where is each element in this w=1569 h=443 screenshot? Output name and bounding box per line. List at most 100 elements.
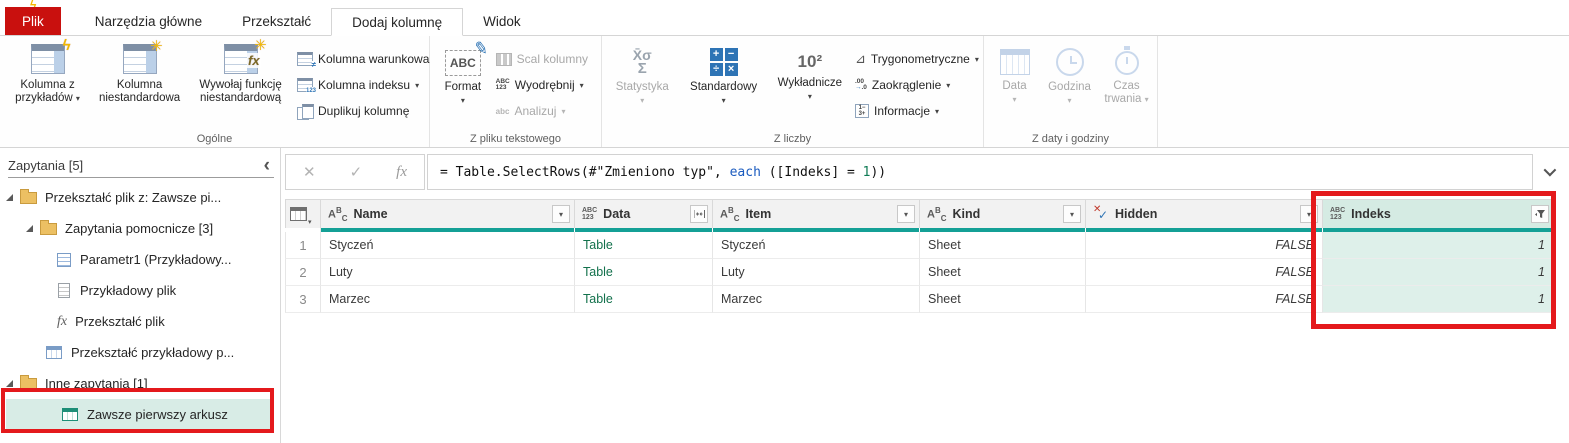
tab-dodaj-kolumne[interactable]: Dodaj kolumnę [331, 8, 463, 36]
scientific-button[interactable]: 10² Wykładnicze▾ [769, 40, 851, 132]
column-header-hidden[interactable]: ✕✓ Hidden ▾ [1086, 199, 1323, 228]
information-grid-icon: 1−3+ [855, 104, 869, 118]
cell-item[interactable]: Luty [713, 259, 920, 286]
data-preview-grid: ▾ ABC Name ▾ ABC123 Data ABC Item [285, 199, 1555, 313]
row-number[interactable]: 3 [285, 286, 321, 313]
dropdown-caret-icon: ▾ [946, 81, 950, 90]
cell-item[interactable]: Marzec [713, 286, 920, 313]
cell-name[interactable]: Luty [321, 259, 575, 286]
column-from-examples-button[interactable]: ϟ Kolumna zprzykładów ▾ [4, 40, 91, 132]
add-step-fx-icon[interactable]: fx [396, 164, 407, 181]
formula-text: = Table.SelectRows(#"Zmieniono typ", [440, 165, 730, 180]
tab-przeksztalc[interactable]: Przekształć [222, 7, 331, 35]
column-header-kind[interactable]: ABC Kind ▾ [920, 199, 1086, 228]
column-filter-dropdown-button[interactable]: ▾ [552, 205, 570, 223]
tree-item-przeksztalc-plik-z[interactable]: Przekształć plik z: Zawsze pi... [0, 182, 280, 213]
time-button[interactable]: Godzina▾ [1041, 40, 1098, 132]
text-type-icon: ABC [927, 206, 947, 223]
dropdown-caret-icon: ▾ [308, 218, 312, 226]
table-icon [290, 207, 307, 221]
file-icon [58, 283, 70, 298]
dropdown-caret-icon: ▾ [461, 96, 465, 105]
commit-formula-icon[interactable]: ✓ [350, 163, 363, 181]
duration-button[interactable]: Czastrwania ▾ [1098, 40, 1155, 132]
expand-arrows-icon [694, 209, 705, 219]
cell-data-table-link[interactable]: Table [575, 232, 713, 259]
tree-item-przeksztalc-przykladowy[interactable]: Przekształć przykładowy p... [0, 337, 280, 368]
expanded-triangle-icon[interactable] [6, 380, 13, 387]
dropdown-caret-icon: ▾ [1145, 95, 1149, 104]
column-filter-dropdown-button[interactable]: ▾ [897, 205, 915, 223]
merge-columns-icon [496, 53, 512, 66]
cell-kind[interactable]: Sheet [920, 259, 1086, 286]
column-header-name[interactable]: ABC Name ▾ [321, 199, 575, 228]
collapse-pane-icon[interactable]: ‹ [264, 155, 270, 177]
cell-hidden[interactable]: FALSE [1086, 286, 1323, 313]
column-header-item[interactable]: ABC Item ▾ [713, 199, 920, 228]
column-header-indeks[interactable]: ABC123 Indeks [1323, 199, 1554, 228]
cell-indeks[interactable]: 1 [1323, 259, 1554, 286]
cell-hidden[interactable]: FALSE [1086, 232, 1323, 259]
text-type-icon: ABC [720, 206, 740, 223]
group-label-z-liczby: Z liczby [602, 133, 983, 145]
queries-pane: Zapytania [5] ‹ Przekształć plik z: Zaws… [0, 148, 281, 443]
tree-item-zawsze-pierwszy-arkusz[interactable]: Zawsze pierwszy arkusz [6, 399, 273, 430]
cell-kind[interactable]: Sheet [920, 286, 1086, 313]
cell-name[interactable]: Marzec [321, 286, 575, 313]
tree-item-zapytania-pomocnicze[interactable]: Zapytania pomocnicze [3] [0, 213, 280, 244]
invoke-custom-function-button[interactable]: fx✳ Wywołaj funkcjęniestandardową [188, 40, 293, 132]
information-button[interactable]: 1−3+ Informacje ▾ [851, 98, 981, 124]
column-filter-dropdown-button[interactable]: ▾ [1063, 205, 1081, 223]
tab-widok[interactable]: Widok [463, 7, 541, 35]
formula-input[interactable]: = Table.SelectRows(#"Zmieniono typ", eac… [427, 154, 1533, 190]
folder-icon [20, 378, 37, 390]
folder-icon [20, 192, 37, 204]
table-lightning-icon: ϟ [31, 44, 65, 74]
dropdown-caret-icon: ▾ [580, 81, 584, 90]
rounding-button[interactable]: .00→.0 Zaokrąglenie ▾ [851, 72, 981, 98]
table-sparkle-icon: ✳ [123, 44, 157, 74]
parameter-icon [57, 253, 71, 267]
ribbon-group-z-pliku-tekstowego: ABC✎ Format▾ Scal kolumny ABC123 Wyodręb… [430, 36, 602, 147]
cancel-formula-icon[interactable]: ✕ [303, 163, 316, 181]
cell-name[interactable]: Styczeń [321, 232, 575, 259]
tab-narzedzia-glowne[interactable]: Narzędzia główne [75, 7, 222, 35]
cell-indeks[interactable]: 1 [1323, 232, 1554, 259]
select-all-table-button[interactable]: ▾ [285, 199, 321, 228]
format-button[interactable]: ABC✎ Format▾ [434, 40, 492, 132]
merge-columns-button[interactable]: Scal kolumny [492, 46, 599, 72]
duplicate-column-button[interactable]: Duplikuj kolumnę [293, 98, 427, 124]
active-filter-button[interactable] [1531, 205, 1549, 223]
tree-item-parametr1[interactable]: Parametr1 (Przykładowy... [0, 244, 280, 275]
tree-item-inne-zapytania[interactable]: Inne zapytania [1] [0, 368, 280, 399]
row-number[interactable]: 2 [285, 259, 321, 286]
column-header-data[interactable]: ABC123 Data [575, 199, 713, 228]
date-button[interactable]: Data▾ [988, 40, 1041, 132]
cell-item[interactable]: Styczeń [713, 232, 920, 259]
expanded-triangle-icon[interactable] [6, 194, 13, 201]
tree-item-przeksztalc-plik[interactable]: fx Przekształć plik [0, 306, 280, 337]
trigonometry-button[interactable]: ⊿ Trygonometryczne ▾ [851, 46, 981, 72]
index-column-button[interactable]: 123 Kolumna indeksu ▾ [293, 72, 427, 98]
parse-button[interactable]: abc Analizuj ▾ [492, 98, 599, 124]
extract-button[interactable]: ABC123 Wyodrębnij ▾ [492, 72, 599, 98]
cell-indeks[interactable]: 1 [1323, 286, 1554, 313]
statistics-button[interactable]: X̄σΣ Statystyka▾ [606, 40, 679, 132]
folder-icon [40, 223, 57, 235]
standard-button[interactable]: +−÷× Standardowy▾ [679, 40, 769, 132]
expand-column-button[interactable] [690, 205, 708, 223]
column-filter-dropdown-button[interactable]: ▾ [1300, 205, 1318, 223]
custom-column-button[interactable]: ✳ Kolumnaniestandardowa [91, 40, 188, 132]
cell-hidden[interactable]: FALSE [1086, 259, 1323, 286]
cell-kind[interactable]: Sheet [920, 232, 1086, 259]
conditional-column-button[interactable]: ≠ Kolumna warunkowa [293, 46, 427, 72]
power-of-ten-icon: 10² [798, 52, 823, 72]
row-number[interactable]: 1 [285, 232, 321, 259]
cell-data-table-link[interactable]: Table [575, 286, 713, 313]
cell-data-table-link[interactable]: Table [575, 259, 713, 286]
expanded-triangle-icon[interactable] [26, 225, 33, 232]
tree-item-przykladowy-plik[interactable]: Przykładowy plik [0, 275, 280, 306]
expand-formula-bar-button[interactable] [1536, 160, 1560, 182]
formula-bar-buttons: ✕ ✓ fx [285, 154, 425, 190]
tab-plik[interactable]: Plik [5, 7, 61, 35]
